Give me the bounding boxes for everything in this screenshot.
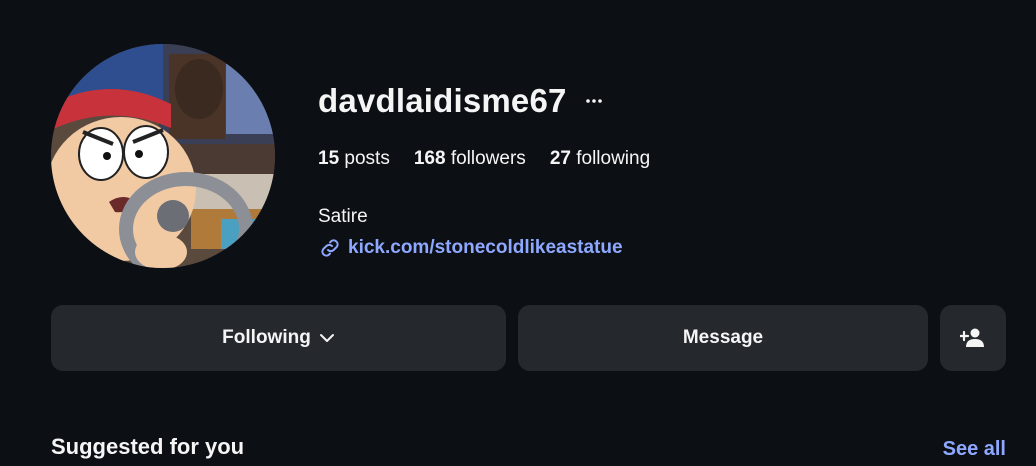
following-button-label: Following (222, 327, 311, 348)
following-stat[interactable]: 27 following (550, 148, 650, 170)
followers-stat[interactable]: 168 followers (414, 148, 526, 170)
followers-label: followers (450, 148, 526, 169)
see-all-link[interactable]: See all (943, 438, 1006, 461)
more-horizontal-icon (585, 99, 602, 103)
suggest-users-button[interactable] (940, 305, 1006, 371)
following-count: 27 (549, 148, 571, 169)
following-label: following (576, 148, 651, 169)
profile-avatar[interactable] (51, 44, 275, 268)
username-row: davdlaidisme67 (318, 80, 605, 122)
posts-stat: 15 posts (318, 148, 390, 170)
chevron-down-icon (319, 333, 335, 343)
profile-link[interactable]: kick.com/stonecoldlikeastatue (318, 236, 623, 260)
more-options-button[interactable] (583, 90, 605, 112)
profile-stats: 15 posts 168 followers 27 following (318, 148, 674, 170)
followers-count: 168 (413, 148, 446, 169)
avatar-image (51, 44, 275, 268)
message-button-label: Message (682, 327, 764, 348)
link-icon (321, 239, 339, 257)
profile-username: davdlaidisme67 (318, 82, 567, 119)
following-button[interactable]: Following (51, 305, 506, 371)
message-button[interactable]: Message (518, 305, 928, 371)
posts-label: posts (344, 148, 390, 169)
profile-page: davdlaidisme67 15 posts 168 followers 27… (0, 0, 1036, 466)
add-user-icon (960, 328, 984, 347)
posts-count: 15 (318, 148, 340, 169)
profile-link-text: kick.com/stonecoldlikeastatue (348, 237, 623, 258)
suggested-title: Suggested for you (51, 434, 245, 459)
profile-bio: Satire (318, 206, 368, 227)
